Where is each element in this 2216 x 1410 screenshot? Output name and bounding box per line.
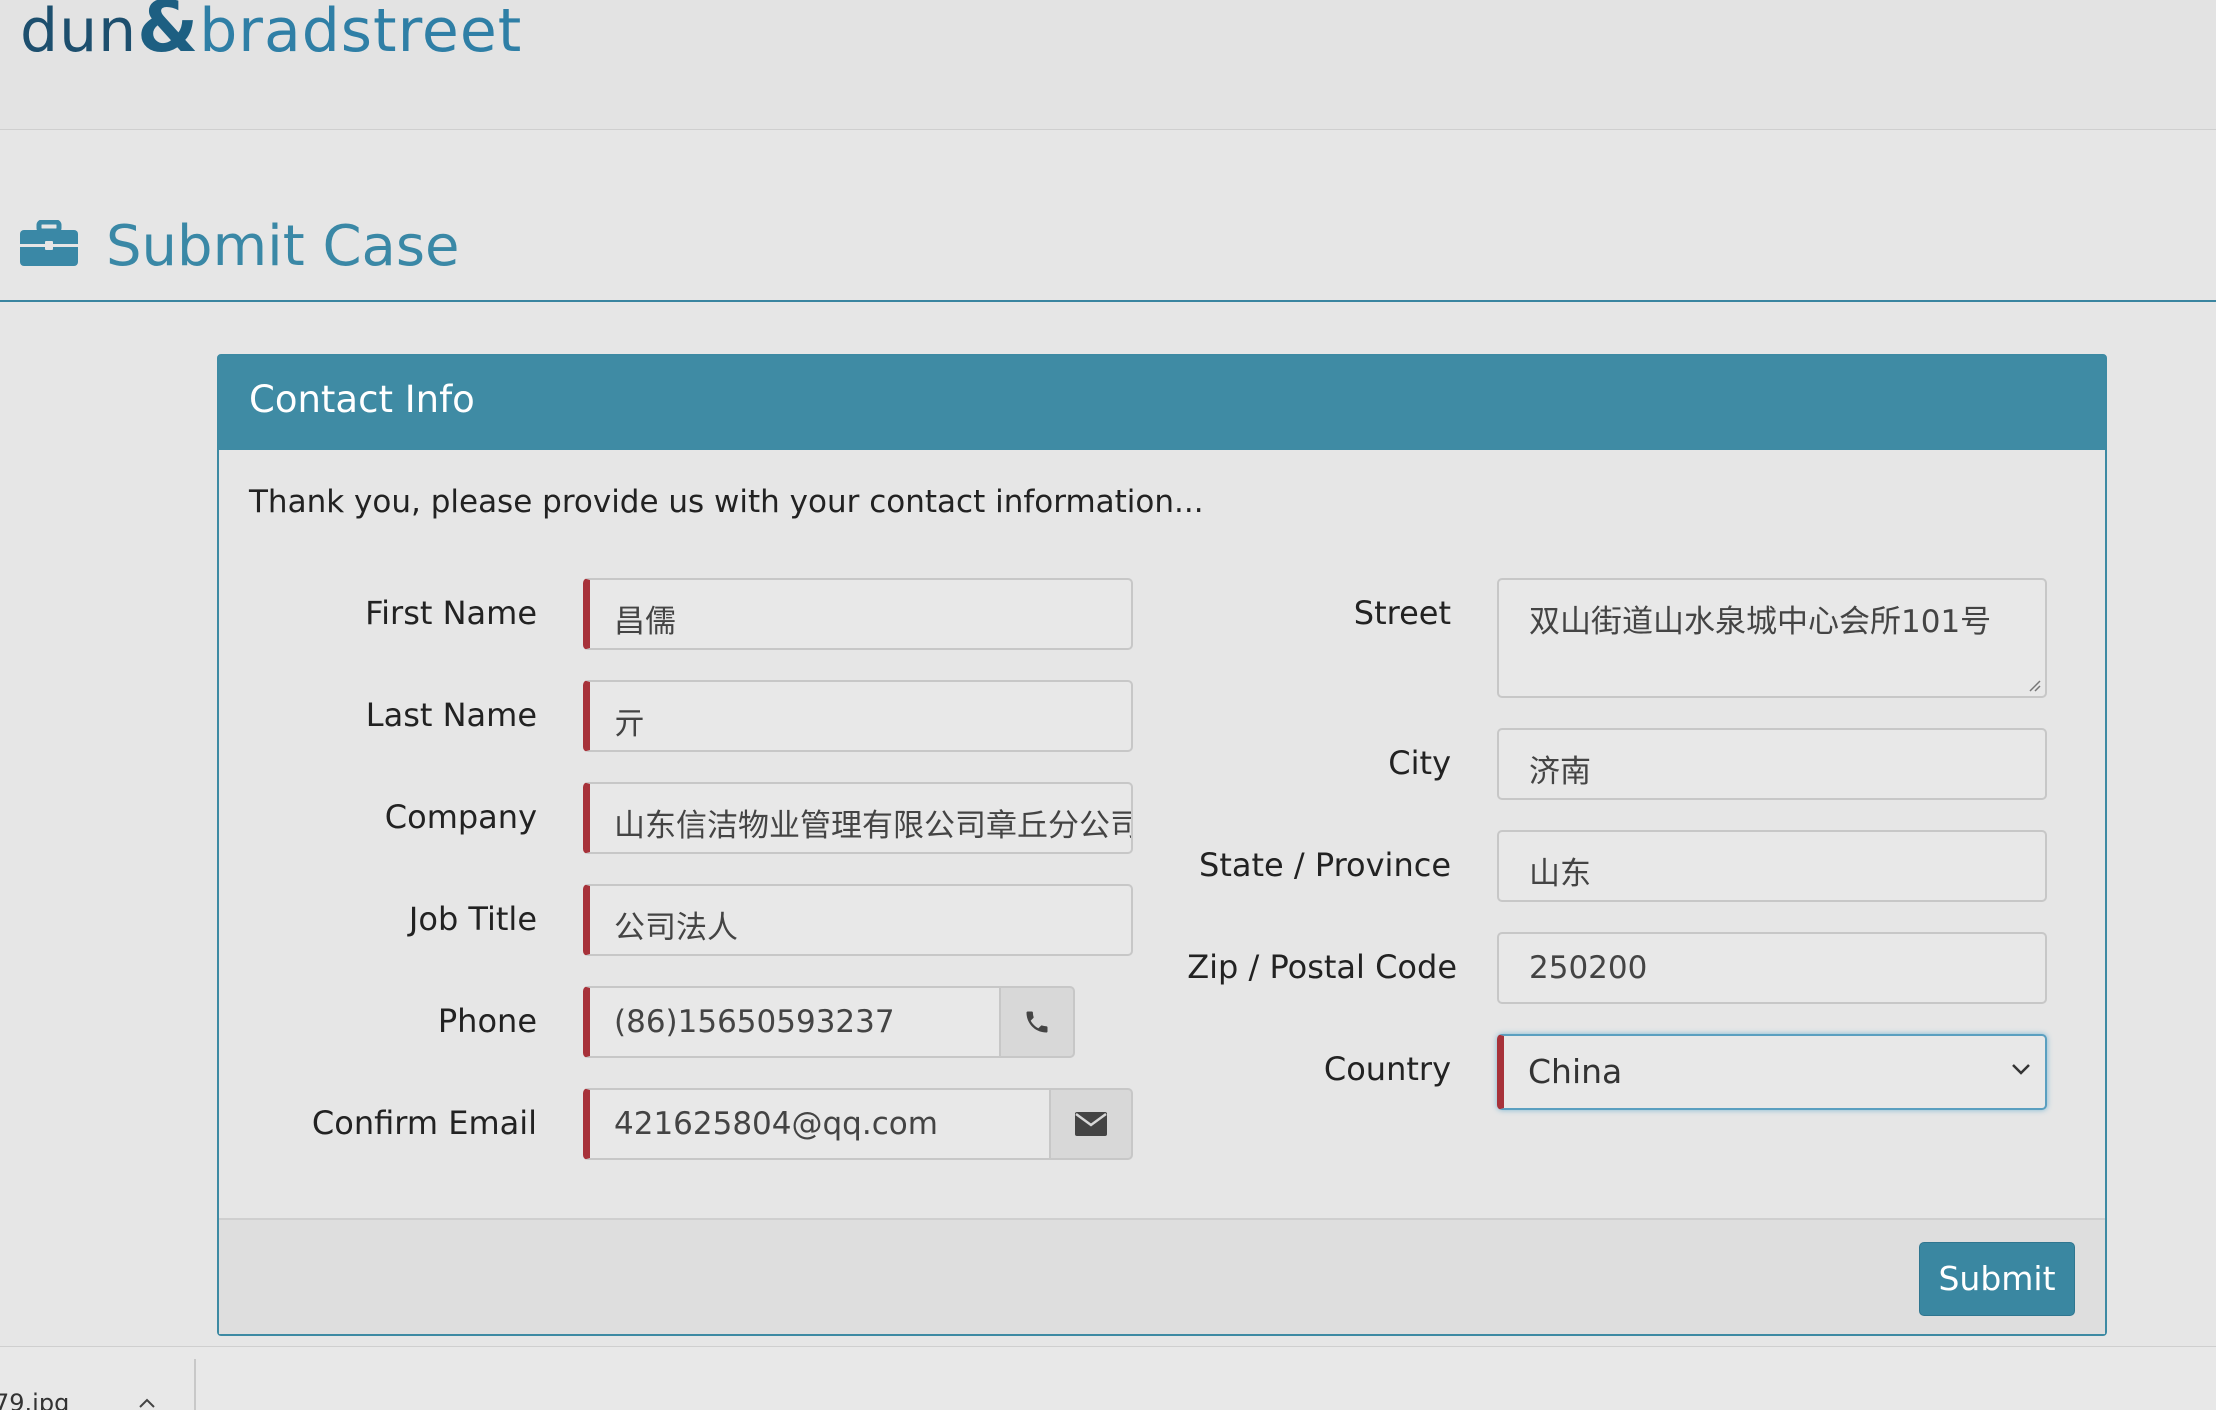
country-selected-value: China [1528,1052,1623,1091]
first-name-input[interactable]: 昌儒 [583,578,1133,650]
country-select[interactable]: China [1497,1034,2047,1110]
job-title-label: Job Title [408,900,537,938]
dun-bradstreet-logo[interactable]: dun&bradstreet [20,0,522,68]
state-province-label: State / Province [1199,846,1451,884]
zip-postal-input[interactable]: 250200 [1497,932,2047,1004]
page-title-bar: Submit Case [0,210,2216,302]
city-input[interactable]: 济南 [1497,728,2047,800]
country-label: Country [1323,1050,1451,1088]
panel-heading: Contact Info [219,356,2105,450]
company-label: Company [384,798,537,836]
last-name-input[interactable]: 亓 [583,680,1133,752]
resize-handle-icon[interactable] [2025,676,2041,692]
phone-label: Phone [437,1002,537,1040]
last-name-label: Last Name [365,696,537,734]
intro-text: Thank you, please provide us with your c… [249,484,1204,520]
site-header: dun&bradstreet [0,0,2216,130]
page-title: Submit Case [106,214,460,279]
panel-footer: Submit [219,1218,2105,1334]
company-input[interactable]: 山东信洁物业管理有限公司章丘分公司 [583,782,1133,854]
street-label: Street [1353,594,1451,632]
street-textarea[interactable]: 双山街道山水泉城中心会所101号 [1497,578,2047,698]
chevron-down-icon [2012,1064,2030,1075]
briefcase-icon [20,220,78,266]
logo-bradstreet-text: bradstreet [199,0,523,66]
download-file-name[interactable]: 79.jpg [0,1389,69,1410]
email-addon [1049,1088,1133,1160]
first-name-label: First Name [365,594,537,632]
envelope-icon [1075,1112,1107,1136]
zip-postal-label: Zip / Postal Code [1187,948,1457,986]
download-bar: 79.jpg [0,1346,2216,1410]
phone-icon [1026,1011,1048,1033]
chevron-up-icon[interactable] [138,1397,156,1409]
download-bar-divider [194,1359,196,1410]
city-label: City [1388,744,1451,782]
contact-info-panel: Contact Info Thank you, please provide u… [217,354,2107,1336]
logo-ampersand: & [137,0,200,68]
job-title-input[interactable]: 公司法人 [583,884,1133,956]
street-value: 双山街道山水泉城中心会所101号 [1529,604,1992,640]
state-province-input[interactable]: 山东 [1497,830,2047,902]
phone-addon [999,986,1075,1058]
confirm-email-label: Confirm Email [311,1104,537,1142]
confirm-email-input[interactable]: 421625804@qq.com [583,1088,1051,1160]
phone-input[interactable]: (86)15650593237 [583,986,1001,1058]
submit-button[interactable]: Submit [1919,1242,2075,1316]
logo-dun-text: dun [20,0,138,66]
